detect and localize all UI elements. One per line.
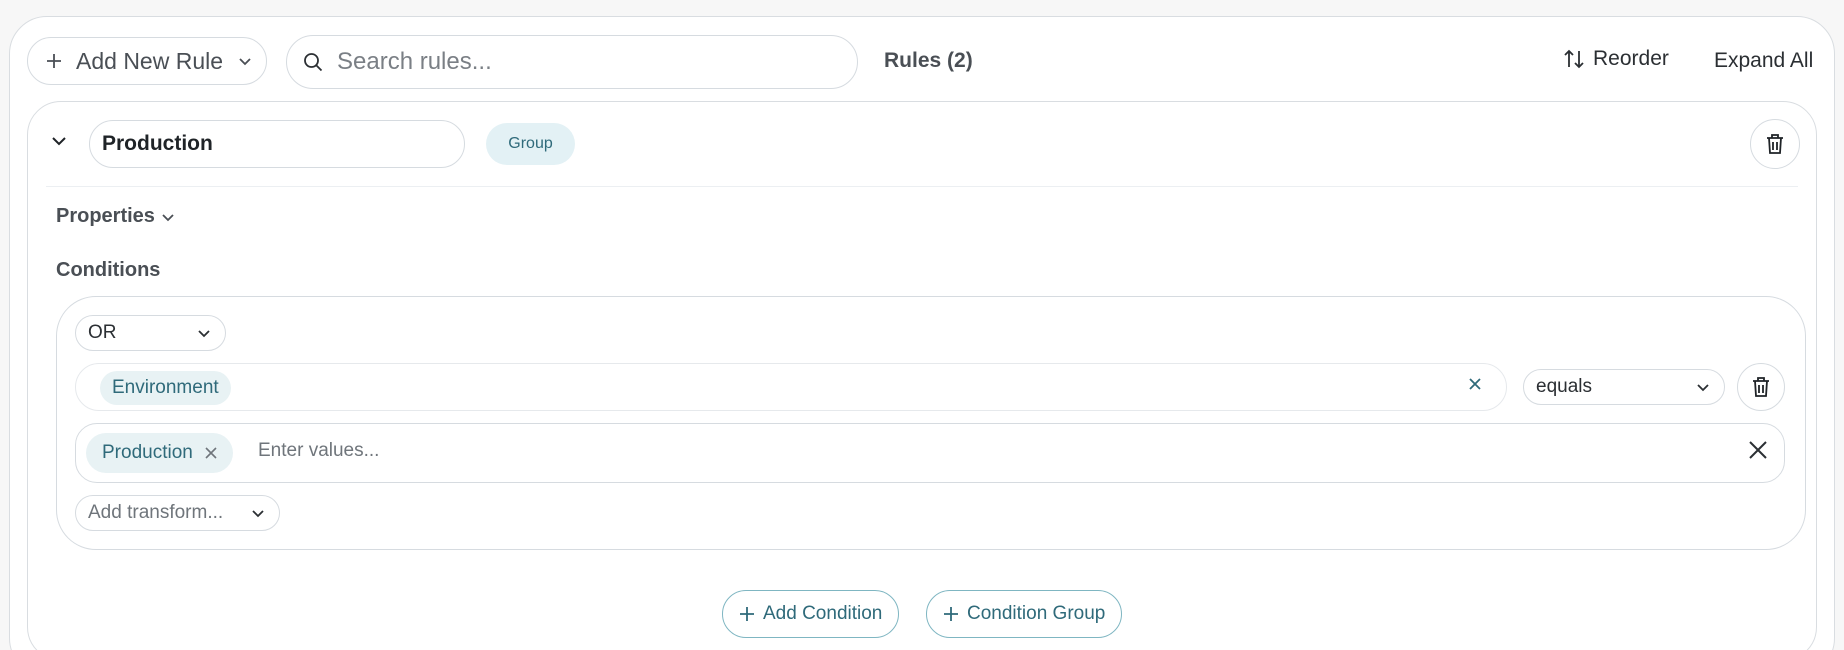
add-condition-button[interactable]: Add Condition: [722, 590, 900, 638]
rule-name-field[interactable]: Production: [89, 120, 465, 168]
chevron-down-icon: [162, 213, 174, 221]
conditions-label: Conditions: [56, 259, 161, 281]
plus-icon: [47, 54, 61, 68]
value-chip-label: Production: [102, 442, 193, 463]
search-box[interactable]: [286, 35, 858, 89]
clear-field-icon[interactable]: [1468, 377, 1482, 391]
divider: [46, 186, 1798, 187]
logic-operator-select[interactable]: OR: [75, 315, 226, 351]
rule-card: Production Group Properties Conditions O…: [27, 101, 1817, 650]
condition-group-box: OR Environment equals Production Enter v…: [56, 296, 1806, 550]
delete-condition-button[interactable]: [1737, 363, 1785, 411]
add-new-rule-button[interactable]: Add New Rule: [27, 37, 267, 85]
group-badge: Group: [486, 123, 575, 165]
values-field[interactable]: Production: [75, 423, 1785, 483]
expand-all-button[interactable]: Expand All: [1714, 49, 1813, 73]
plus-icon: [944, 607, 958, 621]
search-input[interactable]: [337, 48, 817, 76]
trash-icon: [1753, 377, 1769, 397]
close-icon[interactable]: [1748, 440, 1768, 460]
condition-field-selector[interactable]: Environment: [75, 363, 1507, 411]
values-input[interactable]: [258, 440, 1558, 462]
field-chip: Environment: [100, 371, 231, 405]
add-transform-select[interactable]: Add transform...: [75, 495, 280, 531]
logic-operator-value: OR: [88, 322, 117, 343]
condition-group-button[interactable]: Condition Group: [926, 590, 1123, 638]
search-icon: [304, 53, 323, 72]
chevron-down-icon: [198, 330, 210, 338]
transform-placeholder: Add transform...: [88, 502, 224, 523]
reorder-button[interactable]: Reorder: [1563, 47, 1669, 71]
reorder-icon: [1564, 49, 1584, 69]
collapse-chevron-icon[interactable]: [50, 132, 68, 150]
chevron-down-icon: [1697, 384, 1709, 392]
value-chip: Production: [86, 433, 233, 473]
plus-icon: [740, 607, 754, 621]
properties-toggle[interactable]: Properties: [56, 205, 175, 228]
chevron-down-icon: [239, 58, 251, 66]
add-new-rule-label: Add New Rule: [76, 47, 224, 74]
remove-value-icon[interactable]: [205, 447, 217, 459]
add-condition-label: Add Condition: [763, 603, 883, 624]
operator-value: equals: [1536, 376, 1592, 397]
rules-panel: Add New Rule Rules (2) Reorder Expand Al…: [9, 16, 1835, 650]
chevron-down-icon: [252, 510, 264, 518]
trash-icon: [1767, 134, 1783, 154]
operator-select[interactable]: equals: [1523, 369, 1725, 405]
condition-group-label: Condition Group: [967, 603, 1106, 624]
properties-label: Properties: [56, 205, 155, 227]
rules-count: Rules (2): [884, 49, 973, 72]
reorder-label: Reorder: [1593, 47, 1669, 70]
delete-rule-button[interactable]: [1750, 119, 1800, 169]
